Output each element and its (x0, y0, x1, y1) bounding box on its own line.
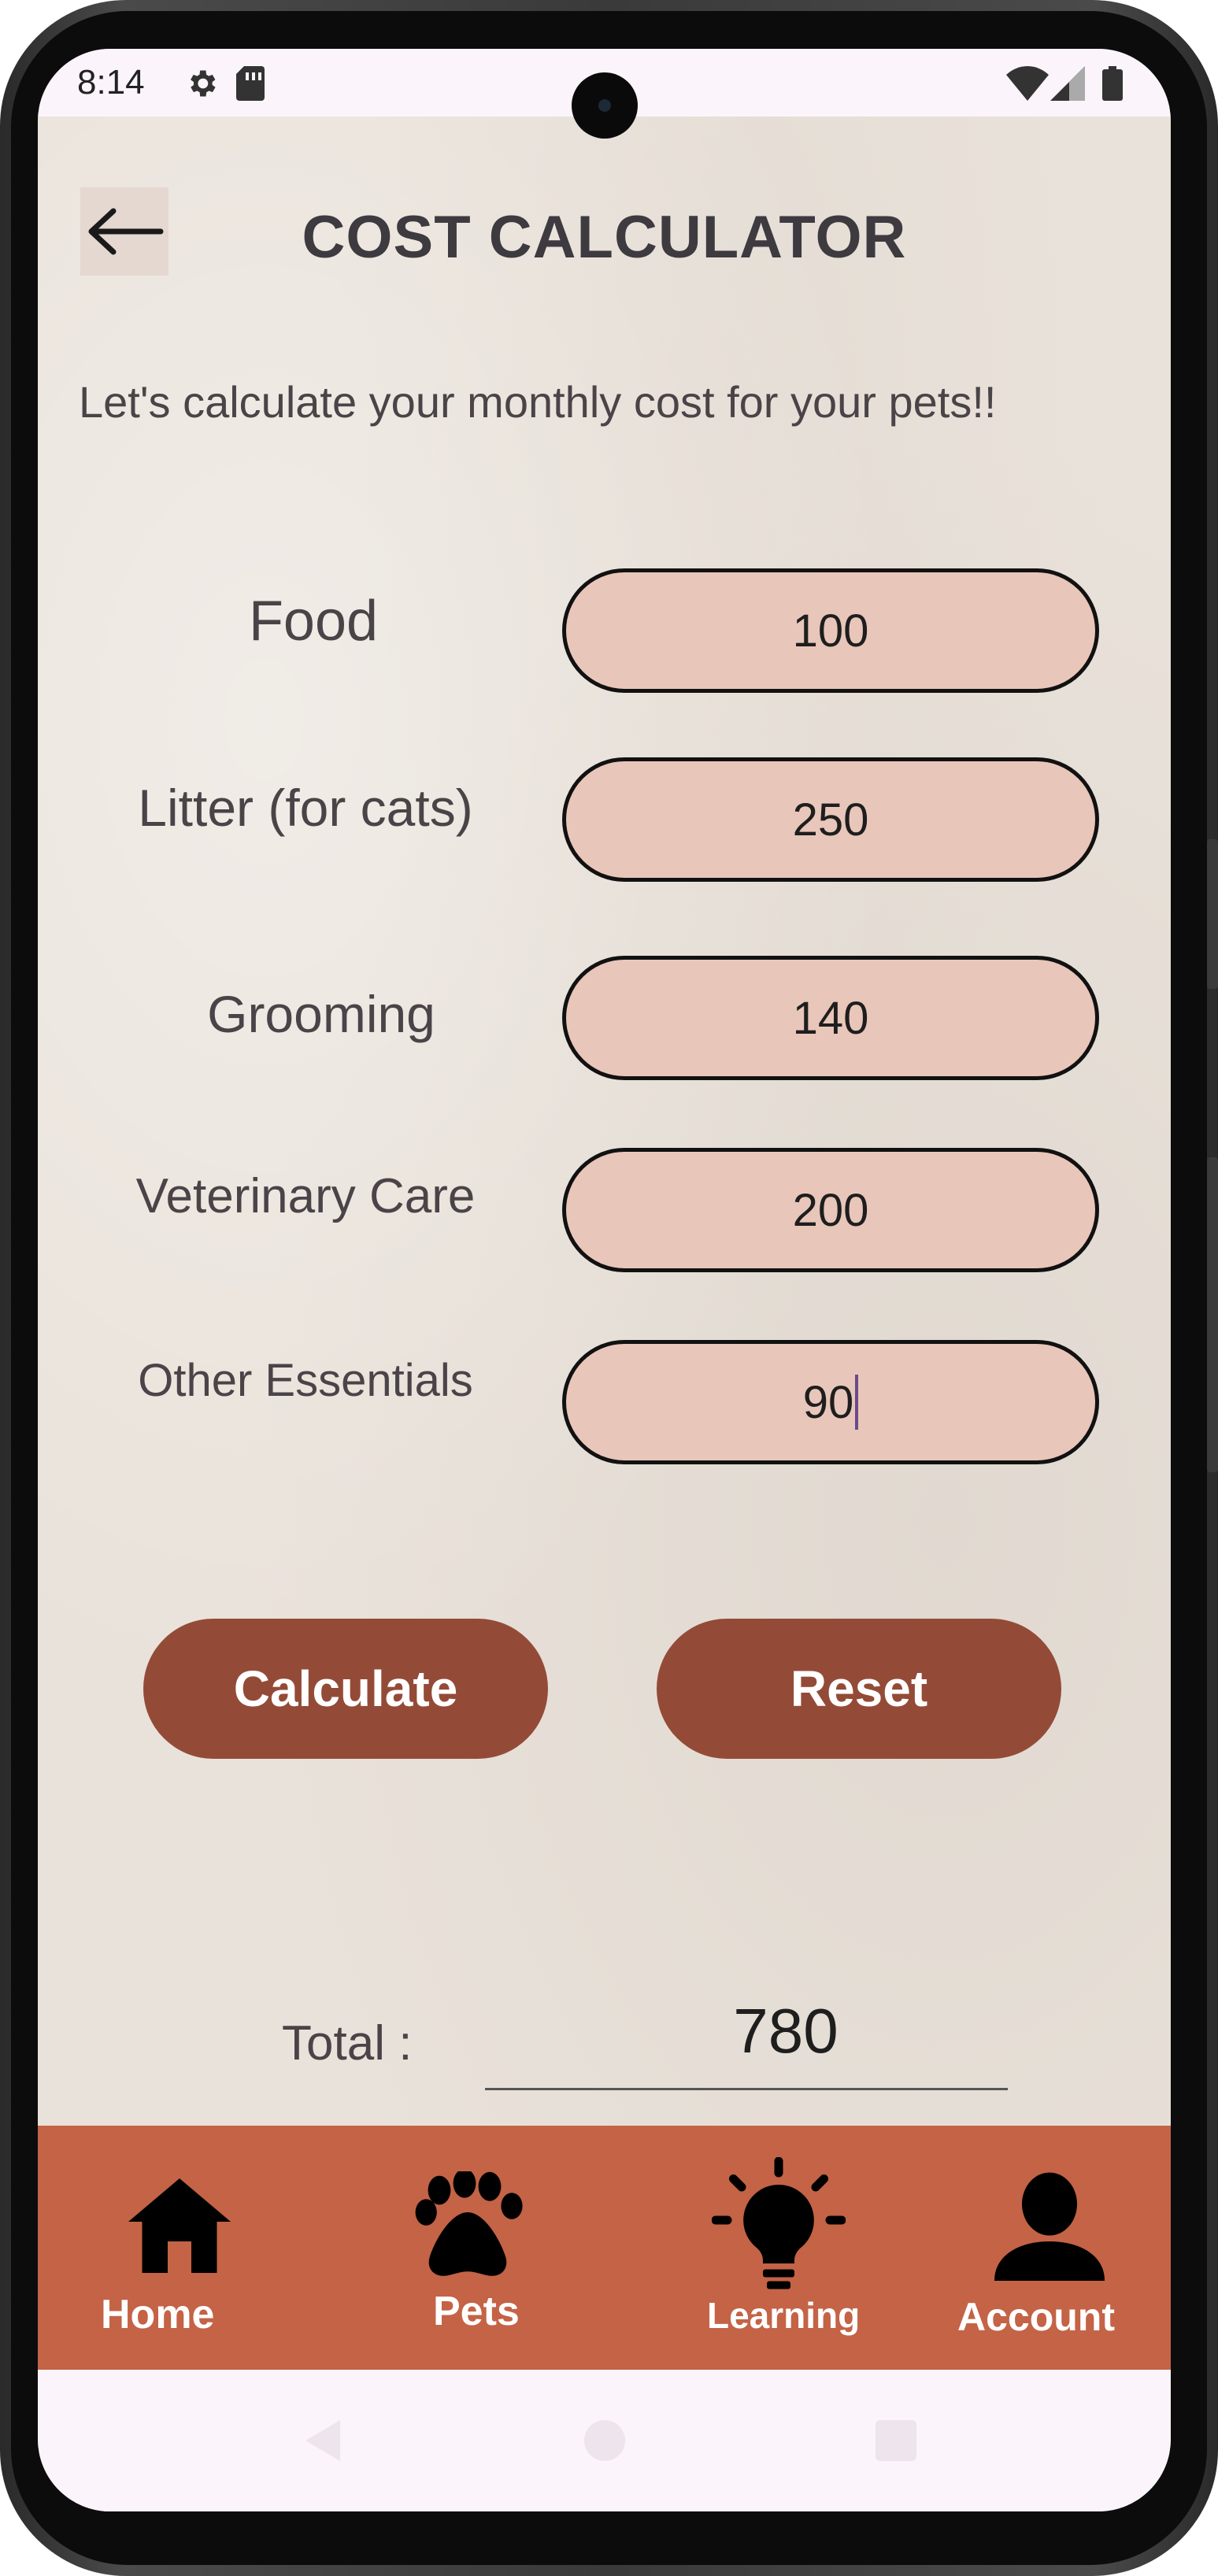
subtitle: Let's calculate your monthly cost for yo… (79, 377, 997, 427)
other-essentials-value: 90 (802, 1376, 854, 1428)
total-underline (485, 2088, 1008, 2090)
nav-learning-label: Learning (707, 2295, 861, 2336)
nav-pets-label: Pets (433, 2289, 520, 2334)
litter-input[interactable]: 250 (562, 757, 1099, 882)
label-other-essentials: Other Essentials (138, 1355, 473, 1406)
screen: 8:14 COST CALCULATOR Let's calculate you… (38, 49, 1171, 2511)
label-food: Food (248, 590, 379, 653)
bottom-nav: Home Pets Learning Account (38, 2126, 1171, 2370)
status-time: 8:14 (77, 63, 145, 102)
recents-square-icon[interactable] (874, 2419, 918, 2463)
nav-pets[interactable]: Pets (376, 2126, 565, 2370)
back-triangle-icon[interactable] (302, 2417, 343, 2464)
volume-button (1207, 839, 1218, 989)
battery-icon (1102, 66, 1123, 101)
nav-account[interactable]: Account (943, 2126, 1156, 2370)
calculator-content: COST CALCULATOR Let's calculate your mon… (38, 117, 1171, 2126)
nav-account-label: Account (957, 2295, 1115, 2339)
front-camera (572, 72, 638, 139)
lightbulb-icon (712, 2157, 846, 2289)
nav-home[interactable]: Home (85, 2126, 274, 2370)
veterinary-care-input[interactable]: 200 (562, 1148, 1099, 1272)
page-title: COST CALCULATOR (302, 204, 907, 271)
user-icon (994, 2172, 1105, 2281)
total-value: 780 (733, 1996, 839, 2066)
power-button (1207, 1157, 1218, 1472)
system-nav-bar (38, 2370, 1171, 2511)
total-label: Total : (282, 2016, 413, 2071)
grooming-input[interactable]: 140 (562, 956, 1099, 1080)
calculate-button[interactable]: Calculate (143, 1619, 548, 1759)
nav-home-label: Home (101, 2292, 215, 2337)
home-icon (128, 2178, 231, 2273)
settings-icon (191, 70, 216, 97)
cellular-signal-icon (1050, 66, 1085, 101)
other-essentials-input[interactable]: 90 (562, 1340, 1099, 1464)
sim-card-icon (236, 66, 265, 101)
home-circle-icon[interactable] (583, 2419, 627, 2463)
wifi-icon (1006, 66, 1049, 101)
label-grooming: Grooming (207, 985, 435, 1043)
label-veterinary-care: Veterinary Care (135, 1169, 476, 1223)
paw-icon (415, 2171, 523, 2276)
reset-button[interactable]: Reset (657, 1619, 1061, 1759)
text-caret (855, 1375, 859, 1430)
food-input[interactable]: 100 (562, 568, 1099, 693)
nav-learning[interactable]: Learning (668, 2126, 872, 2370)
label-litter: Litter (for cats) (138, 779, 473, 837)
